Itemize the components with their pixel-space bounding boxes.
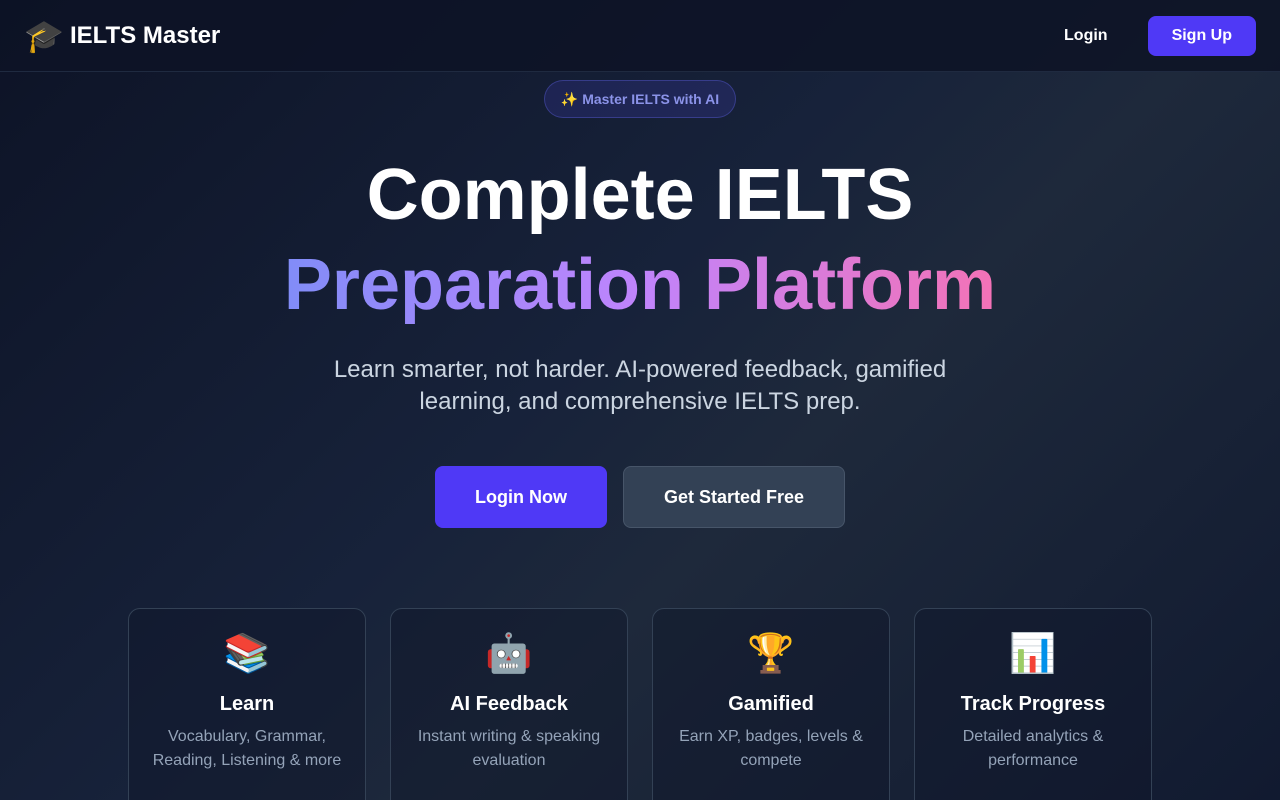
feature-card-ai-feedback: 🤖 AI Feedback Instant writing & speaking… <box>390 608 628 800</box>
robot-icon: 🤖 <box>485 633 533 675</box>
feature-title: AI Feedback <box>450 693 568 715</box>
feature-description: Instant writing & speaking evaluation <box>417 728 601 769</box>
feature-title: Learn <box>219 693 275 715</box>
hero-title-line-1: Complete IELTS <box>366 155 914 235</box>
feature-card-learn: 📚 Learn Vocabulary, Grammar, Reading, Li… <box>128 608 366 800</box>
features-grid: 📚 Learn Vocabulary, Grammar, Reading, Li… <box>128 608 1152 800</box>
feature-title: Track Progress <box>960 693 1106 715</box>
hero-title-gradient-text: Preparation Platform <box>283 245 997 325</box>
bar-chart-icon: 📊 <box>1009 633 1057 675</box>
nav-actions: Login Sign Up <box>1040 15 1256 56</box>
hero-title-line-2: Preparation Platform <box>0 242 1280 328</box>
books-icon: 📚 <box>223 633 271 675</box>
login-now-button[interactable]: Login Now <box>435 466 607 528</box>
graduation-cap-icon: 🎓 <box>24 17 64 54</box>
feature-card-track-progress: 📊 Track Progress Detailed analytics & pe… <box>914 608 1152 800</box>
cta-row: Login Now Get Started Free <box>0 466 1280 528</box>
feature-card-gamified: 🏆 Gamified Earn XP, badges, levels & com… <box>652 608 890 800</box>
sign-up-button[interactable]: Sign Up <box>1147 15 1256 56</box>
feature-description: Detailed analytics & performance <box>962 728 1104 769</box>
top-navbar: 🎓 IELTS Master Login Sign Up <box>0 0 1280 72</box>
get-started-free-button[interactable]: Get Started Free <box>623 466 845 528</box>
feature-description: Vocabulary, Grammar, Reading, Listening … <box>152 728 342 769</box>
trophy-icon: 🏆 <box>747 633 795 675</box>
feature-title: Gamified <box>728 693 814 715</box>
hero-badge: ✨ Master IELTS with AI <box>544 80 736 118</box>
login-button[interactable]: Login <box>1040 17 1132 55</box>
hero-subtitle: Learn smarter, not harder. AI-powered fe… <box>333 356 947 415</box>
brand-name: IELTS Master <box>70 21 221 49</box>
brand-logo[interactable]: 🎓 IELTS Master <box>24 20 220 52</box>
feature-description: Earn XP, badges, levels & compete <box>679 728 863 769</box>
